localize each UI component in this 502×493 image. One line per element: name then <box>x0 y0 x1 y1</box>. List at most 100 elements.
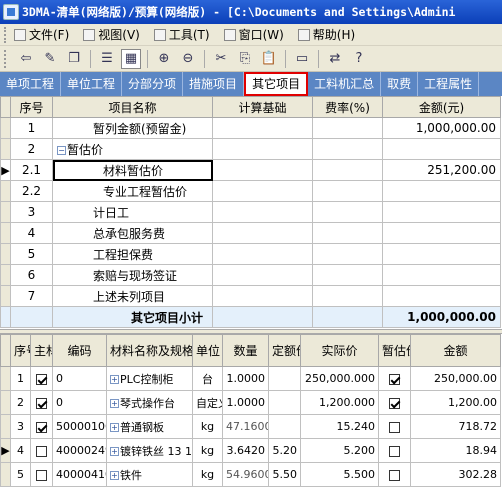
expand-icon[interactable]: + <box>110 447 119 456</box>
item-rate[interactable] <box>312 201 383 223</box>
item-rate[interactable] <box>312 264 383 286</box>
material-name[interactable]: +镀锌铁丝 13 17# <box>106 438 193 463</box>
menu-tools[interactable]: 工具(T) <box>153 26 210 43</box>
material-row[interactable]: 3 50000106 + 普通钢板 kg 47.1600 15.240 718.72 <box>0 414 501 439</box>
row-indicator[interactable] <box>0 462 11 487</box>
item-calc-base[interactable] <box>212 264 313 286</box>
header-main-material[interactable]: 主材 <box>30 334 53 367</box>
header-rate[interactable]: 费率(%) <box>312 96 383 118</box>
material-name[interactable]: + 铁件 <box>106 462 193 487</box>
expand-icon[interactable]: + <box>110 423 119 432</box>
material-actual-price[interactable]: 5.500 <box>300 462 379 487</box>
material-code[interactable]: 50000106 <box>52 414 107 439</box>
other-item-row[interactable]: 7 上述未列项目 <box>0 285 501 307</box>
item-calc-base[interactable] <box>212 180 313 202</box>
material-row[interactable]: 5 40000410 + 铁件 kg 54.9600 5.50 5.500 302.28 <box>0 462 501 487</box>
edit-icon[interactable]: ✎ <box>40 49 60 69</box>
tab-2[interactable]: 分部分项 <box>122 72 184 96</box>
item-rate[interactable] <box>312 159 383 181</box>
cut-icon[interactable]: ✂ <box>211 49 231 69</box>
material-row[interactable]: 1 0 + PLC控制柜台 1.0000 250,000.000 250,000.00 <box>0 366 501 391</box>
copy-window-icon[interactable]: ❐ <box>64 49 84 69</box>
toolbar-grip[interactable] <box>4 49 10 68</box>
item-calc-base[interactable] <box>212 222 313 244</box>
item-name[interactable]: 工程担保费 <box>52 243 213 265</box>
other-item-row[interactable]: 其它项目小计 1,000,000.00 <box>0 306 501 328</box>
menu-grip[interactable] <box>4 26 10 43</box>
item-name[interactable]: 索赔与现场签证 <box>52 264 213 286</box>
material-code[interactable]: 40000410 <box>52 462 107 487</box>
item-rate[interactable] <box>312 243 383 265</box>
row-indicator[interactable] <box>0 243 11 265</box>
material-code[interactable]: 40000249 <box>52 438 107 463</box>
header-amount[interactable]: 金额(元) <box>382 96 501 118</box>
header-seq[interactable]: 序号 <box>10 96 53 118</box>
row-indicator[interactable] <box>0 222 11 244</box>
header-item-name[interactable]: 项目名称 <box>52 96 213 118</box>
row-indicator[interactable] <box>0 390 11 415</box>
material-actual-price[interactable]: 250,000.000 <box>300 366 379 391</box>
paste-icon[interactable]: 📋 <box>259 49 279 69</box>
material-quantity[interactable]: 1.0000 <box>222 366 269 391</box>
material-quantity[interactable]: 3.6420 <box>222 438 269 463</box>
item-calc-base[interactable] <box>212 285 313 307</box>
other-item-row[interactable]: 4 总承包服务费 <box>0 222 501 244</box>
zoom-in-icon[interactable]: ⊕ <box>154 49 174 69</box>
collapse-toggle-icon[interactable]: − <box>57 145 66 155</box>
back-icon[interactable]: ⇦ <box>16 49 36 69</box>
header-actual-price[interactable]: 实际价 <box>300 334 379 367</box>
menu-file[interactable]: 文件(F) <box>14 26 69 43</box>
zoom-out-icon[interactable]: ⊖ <box>178 49 198 69</box>
tab-0[interactable]: 单项工程 <box>0 72 62 96</box>
header-estimated-price[interactable]: 暂估价 <box>378 334 411 367</box>
material-actual-price[interactable]: 15.240 <box>300 414 379 439</box>
expand-icon[interactable]: + <box>110 375 119 384</box>
exchange-icon[interactable]: ⇄ <box>325 49 345 69</box>
row-indicator[interactable] <box>0 366 11 391</box>
item-name[interactable]: 材料暂估价 <box>52 159 213 181</box>
item-name[interactable]: 计日工 <box>52 201 213 223</box>
main-material-checkbox[interactable] <box>36 469 47 481</box>
header-quantity[interactable]: 数量 <box>222 334 269 367</box>
estimated-price-checkbox[interactable] <box>389 421 400 433</box>
main-material-checkbox[interactable] <box>36 373 47 385</box>
material-unit[interactable]: 台 <box>192 366 223 391</box>
material-quantity[interactable]: 1.0000 <box>222 390 269 415</box>
item-rate[interactable] <box>312 285 383 307</box>
item-rate[interactable] <box>312 222 383 244</box>
material-actual-price[interactable]: 1,200.000 <box>300 390 379 415</box>
main-material-checkbox[interactable] <box>36 421 47 433</box>
material-unit[interactable]: kg <box>192 438 223 463</box>
item-calc-base[interactable] <box>212 201 313 223</box>
material-row[interactable]: ▶4 40000249+镀锌铁丝 13 17#kg3.64205.205.200 1… <box>0 438 501 463</box>
other-item-row[interactable]: 2− 暂估价 <box>0 138 501 160</box>
material-row[interactable]: 20+琴式操作台自定义1.00001,200.0001,200.00 <box>0 390 501 415</box>
other-item-row[interactable]: 1 暂列金额(预留金) 1,000,000.00 <box>0 117 501 139</box>
header-calc-base[interactable]: 计算基础 <box>212 96 313 118</box>
item-rate[interactable] <box>312 306 383 328</box>
material-code[interactable]: 0 <box>52 390 107 415</box>
material-unit[interactable]: kg <box>192 414 223 439</box>
menu-window[interactable]: 窗口(W) <box>223 26 284 43</box>
item-name[interactable]: 其它项目小计 <box>52 306 213 328</box>
help-icon[interactable]: ? <box>349 49 369 69</box>
item-name[interactable]: 上述未列项目 <box>52 285 213 307</box>
row-indicator[interactable] <box>0 117 11 139</box>
material-actual-price[interactable]: 5.200 <box>300 438 379 463</box>
item-name[interactable]: 专业工程暂估价 <box>52 180 213 202</box>
row-indicator[interactable] <box>0 285 11 307</box>
item-calc-base[interactable] <box>212 243 313 265</box>
current-row-marker-icon[interactable]: ▶ <box>0 159 11 181</box>
item-calc-base[interactable] <box>212 159 313 181</box>
tab-5[interactable]: 工料机汇总 <box>308 72 382 96</box>
item-rate[interactable] <box>312 138 383 160</box>
item-name[interactable]: 暂列金额(预留金) <box>52 117 213 139</box>
estimated-price-checkbox[interactable] <box>389 373 400 385</box>
row-indicator[interactable] <box>0 306 11 328</box>
material-code[interactable]: 0 <box>52 366 107 391</box>
main-material-checkbox[interactable] <box>36 397 47 409</box>
header-unit[interactable]: 单位 <box>192 334 223 367</box>
item-calc-base[interactable] <box>212 306 313 328</box>
material-quantity[interactable]: 54.9600 <box>222 462 269 487</box>
material-name[interactable]: + 普通钢板 <box>106 414 193 439</box>
